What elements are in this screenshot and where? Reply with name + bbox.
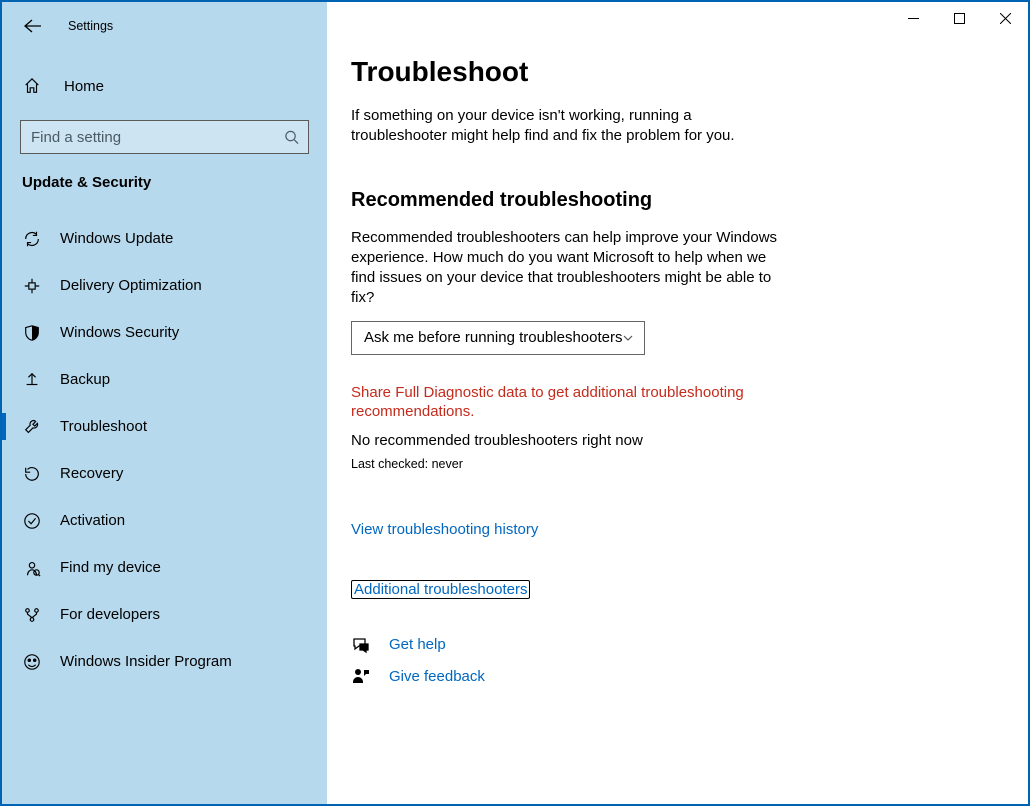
maximize-icon: [954, 13, 965, 24]
feedback-icon: [351, 667, 371, 687]
minimize-button[interactable]: [890, 2, 936, 34]
dropdown-value: Ask me before running troubleshooters: [364, 329, 622, 346]
sidebar-home[interactable]: Home: [2, 66, 327, 106]
last-checked: Last checked: never: [351, 457, 988, 471]
sidebar-item-recovery[interactable]: Recovery: [2, 450, 327, 497]
delivery-icon: [22, 276, 42, 296]
sidebar-item-backup[interactable]: Backup: [2, 356, 327, 403]
sidebar-item-for-developers[interactable]: For developers: [2, 591, 327, 638]
window-title: Settings: [68, 19, 113, 33]
sync-icon: [22, 229, 42, 249]
title-bar: Settings: [2, 8, 327, 44]
sidebar-item-label: Delivery Optimization: [60, 277, 202, 294]
check-circle-icon: [22, 511, 42, 531]
sidebar-item-windows-insider[interactable]: Windows Insider Program: [2, 638, 327, 685]
chevron-down-icon: [622, 332, 634, 344]
get-help-row: Get help: [351, 635, 988, 655]
sidebar: Settings Home Update & Security Windows …: [2, 2, 327, 804]
dev-icon: [22, 605, 42, 625]
shield-icon: [22, 323, 42, 343]
sidebar-item-windows-security[interactable]: Windows Security: [2, 309, 327, 356]
sidebar-section-header: Update & Security: [2, 172, 327, 203]
get-help-link[interactable]: Get help: [389, 636, 446, 653]
troubleshoot-preference-dropdown[interactable]: Ask me before running troubleshooters: [351, 321, 645, 355]
sidebar-item-label: Troubleshoot: [60, 418, 147, 435]
search-input[interactable]: [20, 120, 309, 154]
close-icon: [1000, 13, 1011, 24]
back-button[interactable]: [22, 15, 44, 37]
minimize-icon: [908, 13, 919, 24]
search-wrap: [20, 120, 309, 154]
sidebar-item-label: Windows Security: [60, 324, 179, 341]
insider-icon: [22, 652, 42, 672]
search-icon: [284, 130, 299, 145]
chat-help-icon: [351, 635, 371, 655]
additional-troubleshooters-link[interactable]: Additional troubleshooters: [351, 580, 530, 599]
sidebar-item-label: Activation: [60, 512, 125, 529]
sidebar-item-label: For developers: [60, 606, 160, 623]
recommended-description: Recommended troubleshooters can help imp…: [351, 228, 781, 309]
sidebar-item-label: Windows Insider Program: [60, 653, 232, 670]
sidebar-nav: Windows Update Delivery Optimization Win…: [2, 215, 327, 685]
arrow-left-icon: [24, 19, 42, 33]
backup-icon: [22, 370, 42, 390]
sidebar-item-label: Recovery: [60, 465, 123, 482]
maximize-button[interactable]: [936, 2, 982, 34]
close-button[interactable]: [982, 2, 1028, 34]
home-label: Home: [64, 78, 104, 95]
sidebar-item-delivery-optimization[interactable]: Delivery Optimization: [2, 262, 327, 309]
sidebar-item-troubleshoot[interactable]: Troubleshoot: [2, 403, 327, 450]
page-title: Troubleshoot: [351, 56, 988, 88]
recommended-status: No recommended troubleshooters right now: [351, 432, 988, 449]
sidebar-item-label: Backup: [60, 371, 110, 388]
recovery-icon: [22, 464, 42, 484]
sidebar-item-label: Find my device: [60, 559, 161, 576]
home-icon: [22, 76, 42, 96]
intro-text: If something on your device isn't workin…: [351, 106, 781, 147]
window-controls: [890, 2, 1028, 34]
give-feedback-link[interactable]: Give feedback: [389, 668, 485, 685]
sidebar-item-windows-update[interactable]: Windows Update: [2, 215, 327, 262]
sidebar-item-label: Windows Update: [60, 230, 173, 247]
history-link[interactable]: View troubleshooting history: [351, 521, 538, 538]
sidebar-item-activation[interactable]: Activation: [2, 497, 327, 544]
wrench-icon: [22, 417, 42, 437]
find-device-icon: [22, 558, 42, 578]
give-feedback-row: Give feedback: [351, 667, 988, 687]
recommended-heading: Recommended troubleshooting: [351, 189, 988, 212]
main-content: Troubleshoot If something on your device…: [327, 2, 1028, 804]
diagnostic-warning: Share Full Diagnostic data to get additi…: [351, 383, 781, 422]
sidebar-item-find-my-device[interactable]: Find my device: [2, 544, 327, 591]
